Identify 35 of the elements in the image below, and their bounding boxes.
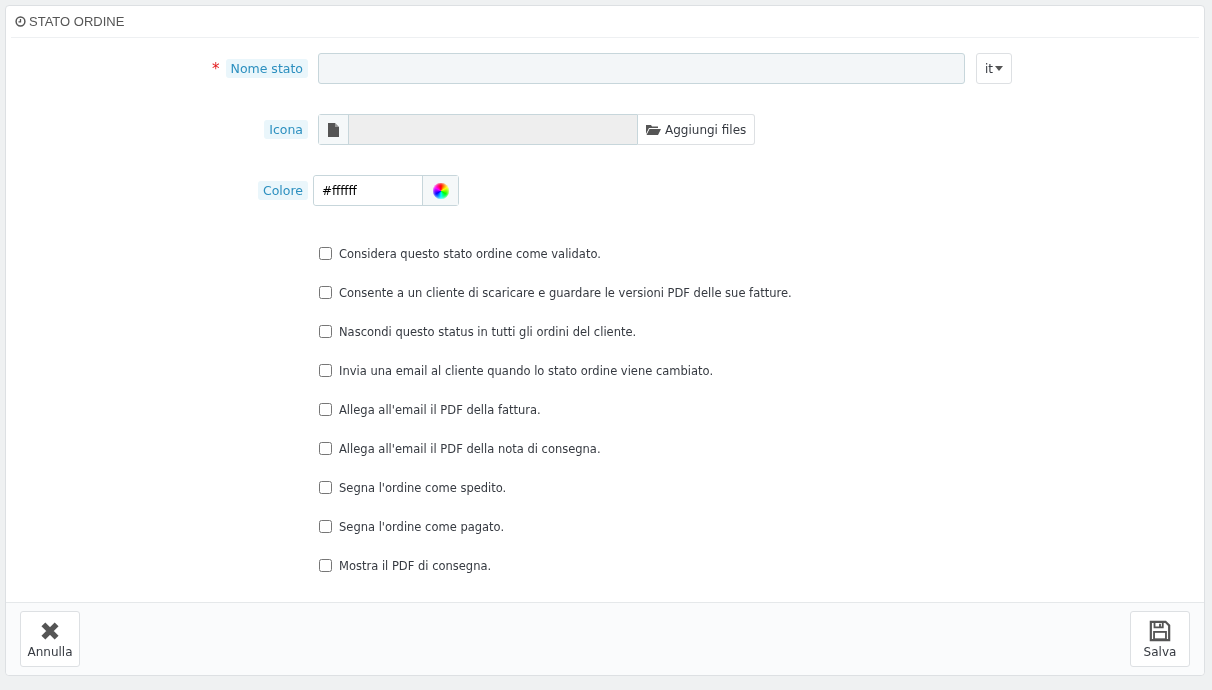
checkbox-label: Consente a un cliente di scaricare e guardare le versioni PDF delle sue fatture. <box>339 285 792 300</box>
clock-icon <box>15 16 26 27</box>
cancel-button[interactable]: Annulla <box>20 611 80 667</box>
color-picker-button[interactable] <box>423 176 458 205</box>
checkbox-label: Segna l'ordine come spedito. <box>339 480 507 495</box>
checkbox[interactable] <box>319 442 332 455</box>
checkbox[interactable] <box>319 520 332 533</box>
color-field[interactable]: #ffffff <box>313 175 459 206</box>
checkbox-label: Segna l'ordine come pagato. <box>339 519 505 534</box>
checkbox-label: Invia una email al cliente quando lo stato ordine viene cambiato. <box>339 363 714 378</box>
checkbox[interactable] <box>319 481 332 494</box>
panel-title: STATO ORDINE <box>29 14 125 29</box>
checkbox-label: Mostra il PDF di consegna. <box>339 558 492 573</box>
text-input[interactable] <box>318 53 965 84</box>
checkbox-label: Allega all'email il PDF della fattura. <box>339 402 541 417</box>
file-icon <box>328 122 339 137</box>
checkbox[interactable] <box>319 325 332 338</box>
field-label: Colore <box>257 181 308 200</box>
checkbox-label: Nascondi questo status in tutti gli ordini del cliente. <box>339 324 637 339</box>
checkbox[interactable] <box>319 403 332 416</box>
field-label: Icona <box>264 120 308 139</box>
color-wheel-icon <box>432 182 449 199</box>
add-files-button[interactable]: Aggiungi files <box>638 114 756 145</box>
folder-icon <box>646 124 661 135</box>
checkbox-label: Allega all'email il PDF della nota di consegna. <box>339 441 601 456</box>
save-button[interactable]: Salva <box>1130 611 1190 667</box>
checkbox[interactable] <box>319 286 332 299</box>
checkbox[interactable] <box>319 559 332 572</box>
language-dropdown[interactable]: it <box>976 53 1012 84</box>
checkbox[interactable] <box>319 364 332 377</box>
checkbox-label: Considera questo stato ordine come validato. <box>339 246 601 261</box>
checkbox[interactable] <box>319 247 332 260</box>
field-label: Nome stato <box>225 59 308 78</box>
file-input[interactable] <box>318 114 638 145</box>
required-mark: * <box>212 59 220 78</box>
